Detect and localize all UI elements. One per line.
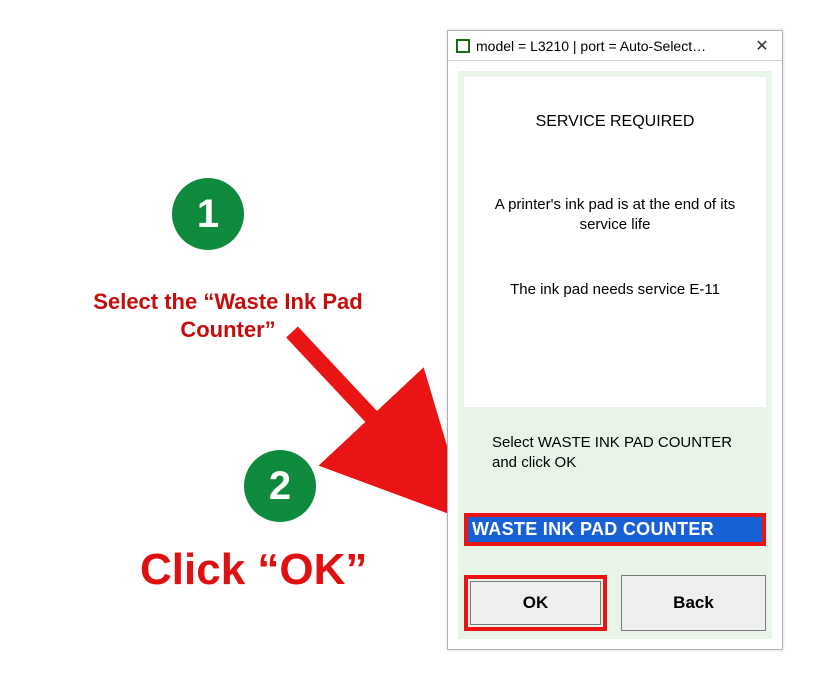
annotation-overlay: 1 Select the “Waste Ink Pad Counter” 2 C… xyxy=(0,0,440,690)
message-card: SERVICE REQUIRED A printer's ink pad is … xyxy=(464,77,766,407)
client-area: SERVICE REQUIRED A printer's ink pad is … xyxy=(448,61,782,649)
message-line-2: The ink pad needs service E-11 xyxy=(484,280,746,300)
step-badge-1: 1 xyxy=(172,178,244,250)
instruction-text-2: Click “OK” xyxy=(140,548,440,592)
instruction-card: Select WASTE INK PAD COUNTER and click O… xyxy=(464,423,766,482)
step-badge-2: 2 xyxy=(244,450,316,522)
window-title: model = L3210 | port = Auto-Select… xyxy=(476,38,742,54)
back-button[interactable]: Back xyxy=(621,575,766,631)
list-item-waste-ink-pad-counter[interactable]: WASTE INK PAD COUNTER xyxy=(468,517,762,542)
instruction-text-1: Select the “Waste Ink Pad Counter” xyxy=(68,288,388,344)
app-icon xyxy=(456,39,470,53)
message-heading: SERVICE REQUIRED xyxy=(484,113,746,131)
app-window: model = L3210 | port = Auto-Select… ✕ SE… xyxy=(447,30,783,650)
close-button[interactable]: ✕ xyxy=(742,31,782,60)
titlebar: model = L3210 | port = Auto-Select… ✕ xyxy=(448,31,782,61)
ok-button[interactable]: OK xyxy=(470,581,601,625)
ok-highlight-box: OK xyxy=(464,575,607,631)
close-icon: ✕ xyxy=(755,36,768,56)
button-row: OK Back xyxy=(464,575,766,631)
inner-panel: SERVICE REQUIRED A printer's ink pad is … xyxy=(458,71,772,639)
option-list[interactable]: WASTE INK PAD COUNTER xyxy=(464,513,766,546)
message-line-1: A printer's ink pad is at the end of its… xyxy=(484,195,746,234)
